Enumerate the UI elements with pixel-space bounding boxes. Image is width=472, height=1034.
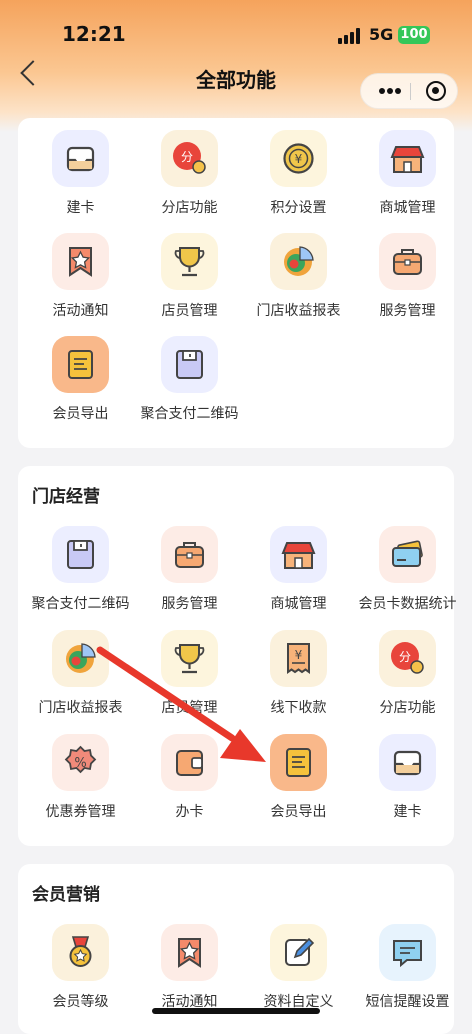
document-icon xyxy=(270,734,327,791)
function-label: 会员导出 xyxy=(270,804,327,820)
function-item-dianyuan[interactable]: 店员管理 xyxy=(135,630,244,734)
function-label: 店员管理 xyxy=(161,303,218,319)
function-label: 活动通知 xyxy=(52,303,109,319)
function-item-xianxia[interactable]: ¥ 线下收款 xyxy=(244,630,353,734)
function-item-fendian[interactable]: 分 分店功能 xyxy=(135,130,244,234)
header: 12:21 5G 100 全部功能 xyxy=(0,0,472,132)
trophy-icon xyxy=(161,630,218,687)
function-label: 分店功能 xyxy=(379,700,436,716)
function-label: 门店收益报表 xyxy=(256,303,341,319)
yuan-coin-icon: ¥ xyxy=(270,130,327,187)
function-item-daochu[interactable]: 会员导出 xyxy=(244,734,353,838)
function-label: 短信提醒设置 xyxy=(365,994,450,1010)
function-item-huodong[interactable]: 活动通知 xyxy=(26,233,135,337)
function-label: 办卡 xyxy=(175,804,204,820)
message-icon xyxy=(379,924,436,981)
function-item-huiyuanka[interactable]: 会员卡数据统计 xyxy=(353,526,462,630)
signal-icon xyxy=(338,28,362,44)
function-item-jifen[interactable]: ¥ 积分设置 xyxy=(244,130,353,234)
capsule-divider xyxy=(410,83,411,100)
function-label: 聚合支付二维码 xyxy=(31,596,130,612)
star-badge-icon xyxy=(161,924,218,981)
section-card-common: 建卡 分 分店功能 ¥ 积分设置 商城管理 活动通知 店员管理 门店收益报表 服… xyxy=(18,118,454,448)
more-icon[interactable] xyxy=(375,74,405,108)
branch-coin-icon: 分 xyxy=(161,130,218,187)
floppy-icon xyxy=(52,526,109,583)
function-item-dengji[interactable]: 会员等级 xyxy=(26,924,135,1028)
medal-icon xyxy=(52,924,109,981)
pie-chart-icon xyxy=(270,233,327,290)
function-label: 积分设置 xyxy=(270,200,327,216)
function-label: 门店收益报表 xyxy=(38,700,123,716)
receipt-icon: ¥ xyxy=(270,630,327,687)
svg-text:分: 分 xyxy=(181,150,193,164)
section-title: 会员营销 xyxy=(32,885,100,905)
function-item-shangcheng[interactable]: 商城管理 xyxy=(244,526,353,630)
section-title: 门店经营 xyxy=(32,487,100,507)
function-item-banka[interactable]: 办卡 xyxy=(135,734,244,838)
toolbox-icon xyxy=(161,526,218,583)
pie-chart-icon xyxy=(52,630,109,687)
function-label: 建卡 xyxy=(393,804,422,820)
function-item-jianka[interactable]: 建卡 xyxy=(26,130,135,234)
svg-text:¥: ¥ xyxy=(295,648,303,662)
function-item-fuwu[interactable]: 服务管理 xyxy=(135,526,244,630)
function-label: 服务管理 xyxy=(379,303,436,319)
battery-icon: 100 xyxy=(398,26,430,44)
function-label: 会员卡数据统计 xyxy=(358,596,457,612)
shop-icon xyxy=(270,526,327,583)
function-item-fendian[interactable]: 分 分店功能 xyxy=(353,630,462,734)
function-label: 会员导出 xyxy=(52,406,109,422)
toolbox-icon xyxy=(379,233,436,290)
trophy-icon xyxy=(161,233,218,290)
svg-text:%: % xyxy=(74,756,86,771)
svg-text:分: 分 xyxy=(399,650,411,664)
function-label: 会员等级 xyxy=(52,994,109,1010)
svg-text:¥: ¥ xyxy=(295,152,303,166)
home-indicator xyxy=(152,1008,320,1014)
function-label: 优惠券管理 xyxy=(45,804,116,820)
inbox-tray-icon xyxy=(379,734,436,791)
status-time: 12:21 xyxy=(62,22,126,46)
inbox-tray-icon xyxy=(52,130,109,187)
function-label: 建卡 xyxy=(66,200,95,216)
function-label: 店员管理 xyxy=(161,700,218,716)
network-type: 5G xyxy=(369,25,394,44)
close-mini-program-icon[interactable] xyxy=(426,81,446,101)
status-bar: 12:21 5G 100 xyxy=(0,22,472,50)
function-item-daochu[interactable]: 会员导出 xyxy=(26,336,135,440)
function-label: 线下收款 xyxy=(270,700,327,716)
star-badge-icon xyxy=(52,233,109,290)
shop-icon xyxy=(379,130,436,187)
function-item-shangcheng[interactable]: 商城管理 xyxy=(353,130,462,234)
function-label: 聚合支付二维码 xyxy=(140,406,239,422)
mini-program-capsule xyxy=(360,73,458,109)
function-label: 分店功能 xyxy=(161,200,218,216)
function-label: 商城管理 xyxy=(379,200,436,216)
function-item-juhe[interactable]: 聚合支付二维码 xyxy=(135,336,244,440)
function-item-jianka[interactable]: 建卡 xyxy=(353,734,462,838)
coupon-icon: % xyxy=(52,734,109,791)
edit-icon xyxy=(270,924,327,981)
function-item-youhuiquan[interactable]: % 优惠券管理 xyxy=(26,734,135,838)
function-item-shouyi[interactable]: 门店收益报表 xyxy=(244,233,353,337)
card-icon xyxy=(379,526,436,583)
section-card-store-operations: 门店经营 聚合支付二维码 服务管理 商城管理 会员卡数据统计 门店收益报表 店员… xyxy=(18,466,457,846)
function-item-fuwu[interactable]: 服务管理 xyxy=(353,233,462,337)
floppy-icon xyxy=(161,336,218,393)
function-label: 服务管理 xyxy=(161,596,218,612)
wallet-icon xyxy=(161,734,218,791)
document-icon xyxy=(52,336,109,393)
function-label: 商城管理 xyxy=(270,596,327,612)
function-item-duanxin[interactable]: 短信提醒设置 xyxy=(353,924,462,1028)
function-item-dianyuan[interactable]: 店员管理 xyxy=(135,233,244,337)
function-item-juhe[interactable]: 聚合支付二维码 xyxy=(26,526,135,630)
branch-coin-icon: 分 xyxy=(379,630,436,687)
function-item-shouyi[interactable]: 门店收益报表 xyxy=(26,630,135,734)
